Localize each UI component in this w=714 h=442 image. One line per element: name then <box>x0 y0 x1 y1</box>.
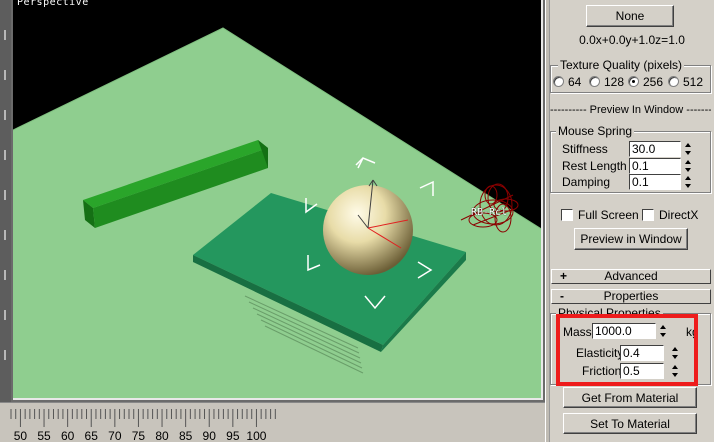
rest-length-spinner[interactable]: 0.1 <box>629 158 695 174</box>
full-screen-checkbox[interactable] <box>561 209 573 221</box>
rest-length-label: Rest Length <box>562 159 627 173</box>
properties-rollout-title: Properties <box>603 289 659 303</box>
preview-window-header: ---------- Preview In Window --------- <box>550 104 711 116</box>
timeline-tick-label: 50 <box>13 429 28 442</box>
timeline-tick-label: 75 <box>131 429 146 442</box>
mouse-spring-title: Mouse Spring <box>556 124 635 138</box>
damping-field[interactable]: 0.1 <box>629 174 681 190</box>
timeline-tick-label: 55 <box>37 429 51 442</box>
stiffness-field[interactable]: 30.0 <box>629 141 681 157</box>
get-from-material-button[interactable]: Get From Material <box>563 387 697 408</box>
timeline-ruler[interactable]: 50 55 60 65 70 75 80 85 90 95 100 <box>0 402 545 442</box>
advanced-rollout-title: Advanced <box>604 269 658 283</box>
timeline-tick-label: 65 <box>84 429 98 442</box>
texture-quality-64-radio[interactable] <box>553 76 564 87</box>
texture-quality-256-label: 256 <box>643 75 664 89</box>
timeline-tick-label: 60 <box>60 429 75 442</box>
stiffness-label: Stiffness <box>562 142 608 156</box>
none-button[interactable]: None <box>586 5 674 27</box>
timeline-tick-label: 80 <box>155 429 169 442</box>
damping-label: Damping <box>562 175 611 189</box>
viewport-frame: Perspective RB-Rcl <box>0 0 545 402</box>
vector-readout: 0.0x+0.0y+1.0z=1.0 <box>579 33 685 47</box>
texture-quality-64-label: 64 <box>568 75 582 89</box>
stiffness-spinner[interactable]: 30.0 <box>629 141 695 157</box>
texture-quality-128-label: 128 <box>604 75 625 89</box>
full-screen-label: Full Screen <box>578 208 639 222</box>
directx-checkbox[interactable] <box>642 209 654 221</box>
red-highlight-box <box>556 314 698 386</box>
texture-quality-512-label: 512 <box>683 75 704 89</box>
viewport-left-strip <box>0 0 11 402</box>
damping-arrows[interactable] <box>684 174 694 190</box>
scene-render <box>13 27 541 398</box>
viewport-label[interactable]: Perspective <box>17 0 89 8</box>
texture-quality-128-radio[interactable] <box>589 76 600 87</box>
stiffness-arrows[interactable] <box>684 141 694 157</box>
directx-label: DirectX <box>659 208 699 222</box>
sphere-object <box>323 185 413 275</box>
timeline-tick-label: 100 <box>246 429 267 442</box>
properties-rollout[interactable]: - Properties <box>551 289 711 304</box>
damping-spinner[interactable]: 0.1 <box>629 174 695 190</box>
preview-in-window-button[interactable]: Preview in Window <box>574 228 688 250</box>
texture-quality-512-radio[interactable] <box>668 76 679 87</box>
timeline-tick-label: 95 <box>226 429 240 442</box>
timeline-tick-label: 70 <box>108 429 122 442</box>
ragdoll-label: RB-Rcl <box>471 207 508 218</box>
timeline-tick-label: 85 <box>178 429 193 442</box>
perspective-viewport[interactable]: Perspective RB-Rcl <box>13 0 543 400</box>
texture-quality-256-radio[interactable] <box>628 76 639 87</box>
texture-quality-title: Texture Quality (pixels) <box>558 58 685 72</box>
timeline-tick-label: 90 <box>202 429 216 442</box>
set-to-material-button[interactable]: Set To Material <box>563 413 697 434</box>
rest-length-field[interactable]: 0.1 <box>629 158 681 174</box>
rest-length-arrows[interactable] <box>684 158 694 174</box>
advanced-rollout[interactable]: + Advanced <box>551 269 711 284</box>
timeline-ticks <box>10 409 276 427</box>
